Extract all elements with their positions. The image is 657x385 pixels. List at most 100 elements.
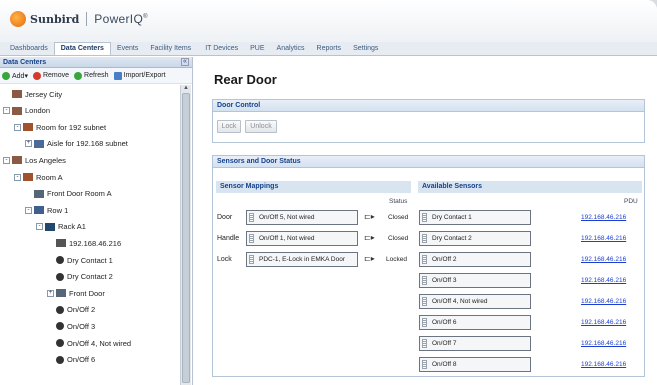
tree-node[interactable]: On/Off 4, Not wired (47, 336, 131, 350)
pdu-link[interactable]: 192.168.46.216 (581, 277, 626, 284)
available-sensor-item[interactable]: On/Off 3 (419, 273, 531, 288)
collapse-icon[interactable]: - (25, 206, 32, 214)
door-control-title: Door Control (213, 100, 644, 112)
sidebar-header: Data Centers « (0, 57, 192, 68)
mapped-sensor-slot[interactable]: On/Off 1, Not wired (246, 231, 358, 246)
sensor-status: Closed (388, 214, 409, 221)
tree-node[interactable]: + Front Door (47, 286, 105, 300)
mapped-sensor-slot[interactable]: On/Off 5, Not wired (246, 210, 358, 225)
drag-handle-icon[interactable] (422, 255, 427, 264)
nav-tab-it-devices[interactable]: IT Devices (199, 43, 244, 55)
tree-toolbar: Add▾ Remove Refresh Import/Export (0, 68, 192, 84)
remove-button[interactable]: Remove (32, 71, 69, 80)
nav-tab-facility-items[interactable]: Facility Items (144, 43, 197, 55)
logo-divider (86, 12, 88, 26)
pdu-link[interactable]: 192.168.46.216 (581, 256, 626, 263)
nav-tab-settings[interactable]: Settings (347, 43, 384, 55)
available-sensor-item[interactable]: Dry Contact 1 (419, 210, 531, 225)
drag-handle-icon[interactable] (422, 297, 427, 306)
nav-tab-dashboards[interactable]: Dashboards (4, 43, 54, 55)
available-sensor-name: Dry Contact 1 (432, 214, 472, 221)
tree-node[interactable]: - Los Angeles (3, 153, 66, 167)
pdu-link[interactable]: 192.168.46.216 (581, 340, 626, 347)
collapse-icon[interactable]: - (14, 123, 21, 131)
tree-node[interactable]: Dry Contact 1 (47, 253, 113, 267)
brand-name: Sunbird (30, 12, 80, 26)
door-icon (56, 289, 66, 298)
tree-node[interactable]: Dry Contact 2 (47, 270, 113, 284)
mapped-sensor-slot[interactable]: PDC-1, E-Lock in EMKA Door (246, 252, 358, 267)
collapse-icon[interactable]: - (3, 107, 10, 115)
tree-node-label: Front Door Room A (47, 189, 112, 199)
import-export-button[interactable]: Import/Export (113, 71, 166, 80)
collapse-icon[interactable]: - (36, 223, 43, 231)
collapse-icon[interactable]: - (3, 156, 10, 164)
pdu-link[interactable]: 192.168.46.216 (581, 361, 626, 368)
drag-handle-icon[interactable] (422, 276, 427, 285)
tree-node[interactable]: - Room for 192 subnet (14, 120, 106, 134)
add-icon (2, 71, 10, 80)
available-sensor-name: On/Off 8 (432, 361, 457, 368)
drag-handle-icon[interactable] (249, 234, 254, 243)
scroll-thumb[interactable] (182, 93, 190, 383)
mapped-sensor-name: On/Off 1, Not wired (259, 235, 315, 242)
tree-node[interactable]: Front Door Room A (25, 187, 112, 201)
available-sensor-item[interactable]: On/Off 2 (419, 252, 531, 267)
expand-icon[interactable]: + (47, 289, 54, 297)
available-sensor-name: On/Off 4, Not wired (432, 298, 488, 305)
add-button[interactable]: Add▾ (2, 71, 28, 80)
tree-node[interactable]: On/Off 3 (47, 319, 95, 333)
datacenter-icon (12, 90, 22, 98)
drag-handle-icon[interactable] (422, 234, 427, 243)
tree-node[interactable]: - Room A (14, 170, 63, 184)
tree-node[interactable]: + Aisle for 192.168 subnet (25, 137, 128, 151)
sensor-icon (56, 272, 64, 281)
scroll-up-icon[interactable]: ▲ (183, 85, 189, 91)
available-sensor-item[interactable]: On/Off 6 (419, 315, 531, 330)
pdu-link[interactable]: 192.168.46.216 (581, 235, 626, 242)
tree-node[interactable]: 192.168.46.216 (47, 236, 121, 250)
tree-node[interactable]: - Rack A1 (36, 220, 86, 234)
lock-button[interactable]: Lock (217, 120, 241, 133)
nav-tab-analytics[interactable]: Analytics (271, 43, 311, 55)
nav-tab-data-centers[interactable]: Data Centers (53, 42, 111, 55)
drag-handle-icon[interactable] (249, 255, 254, 264)
mapping-label: Handle (217, 235, 240, 242)
available-sensor-item[interactable]: On/Off 7 (419, 336, 531, 351)
tree-scrollbar[interactable]: ▲ (180, 85, 191, 385)
available-sensor-item[interactable]: Dry Contact 2 (419, 231, 531, 246)
nav-tab-reports[interactable]: Reports (311, 43, 348, 55)
tree-node-label: London (25, 106, 51, 116)
expand-icon[interactable]: + (25, 140, 32, 148)
drag-handle-icon[interactable] (422, 213, 427, 222)
refresh-button[interactable]: Refresh (74, 71, 109, 80)
tree-node[interactable]: On/Off 2 (47, 303, 95, 317)
sensor-status: Closed (388, 235, 409, 242)
pdu-link[interactable]: 192.168.46.216 (581, 214, 626, 221)
nav-tab-events[interactable]: Events (111, 43, 144, 55)
pdu-header: PDU (624, 198, 638, 205)
available-sensor-item[interactable]: On/Off 8 (419, 357, 531, 372)
drag-handle-icon[interactable] (249, 213, 254, 222)
row-icon (34, 206, 44, 215)
collapse-icon[interactable]: - (14, 173, 21, 181)
mapped-sensor-name: On/Off 5, Not wired (259, 214, 315, 221)
tree-node[interactable]: Jersey City (3, 87, 62, 101)
tree-node[interactable]: - Row 1 (25, 203, 68, 217)
drag-handle-icon[interactable] (422, 318, 427, 327)
unlock-button[interactable]: Unlock (245, 120, 277, 133)
available-sensor-item[interactable]: On/Off 4, Not wired (419, 294, 531, 309)
drag-handle-icon[interactable] (422, 360, 427, 369)
nav-tab-pue[interactable]: PUE (244, 43, 270, 55)
tree-node[interactable]: - London (3, 104, 50, 118)
tree-node-label: Room A (36, 172, 63, 182)
collapse-sidebar-button[interactable]: « (181, 58, 189, 66)
sensors-panel-title: Sensors and Door Status (213, 156, 644, 168)
sensor-icon (56, 256, 64, 264)
pdu-link[interactable]: 192.168.46.216 (581, 319, 626, 326)
tree-node[interactable]: On/Off 6 (47, 353, 95, 367)
tree-node-label: Aisle for 192.168 subnet (47, 139, 128, 149)
pdu-link[interactable]: 192.168.46.216 (581, 298, 626, 305)
room-icon (23, 173, 33, 181)
drag-handle-icon[interactable] (422, 339, 427, 348)
